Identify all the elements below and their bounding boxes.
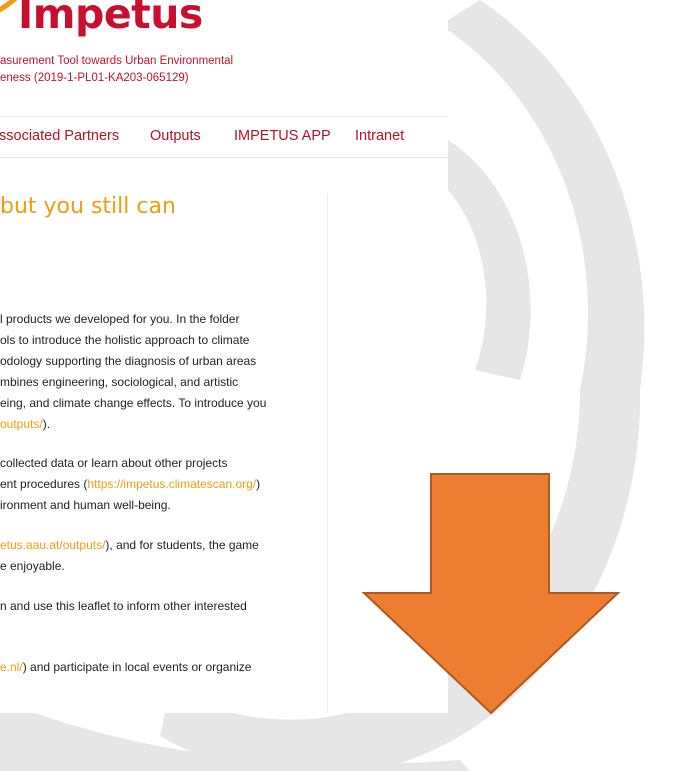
paragraph-1-line: odology supporting the diagnosis of urba… — [0, 354, 257, 368]
text-span: ) — [256, 477, 261, 491]
outputs-link[interactable]: outputs/ — [0, 417, 43, 431]
paragraph-1-line: outputs/). — [0, 417, 50, 431]
paragraph-4-line: n and use this leaflet to inform other i… — [0, 599, 247, 613]
nav-associated-partners[interactable]: ssociated Partners — [0, 128, 119, 144]
page-heading: but you still can — [0, 194, 176, 219]
aau-outputs-link[interactable]: etus.aau.at/outputs/ — [0, 538, 105, 552]
paragraph-5-line: e.nl/) and participate in local events o… — [0, 660, 251, 674]
text-span: ) and participate in local events or org… — [22, 660, 252, 674]
nav-outputs[interactable]: Outputs — [150, 128, 201, 144]
paragraph-2-line: collected data or learn about other proj… — [0, 456, 228, 470]
paragraph-1-line: l products we developed for you. In the … — [0, 312, 240, 326]
nav-divider-top — [0, 116, 448, 117]
project-subtitle-line-2: eness (2019-1-PL01-KA203-065129) — [0, 72, 189, 84]
impetus-logo[interactable]: Impetus — [0, 0, 230, 46]
paragraph-1-line: eing, and climate change effects. To int… — [0, 396, 267, 410]
paragraph-2-line: ent procedures (https://impetus.climates… — [0, 477, 260, 491]
sidebar-divider — [327, 194, 328, 713]
paragraph-2-line: ironment and human well-being. — [0, 498, 171, 512]
text-span: ent procedures ( — [0, 477, 88, 491]
link-trailing-text: ). — [42, 417, 51, 431]
down-arrow-icon — [361, 473, 621, 715]
nav-impetus-app[interactable]: IMPETUS APP — [234, 128, 331, 144]
nav-divider-bottom — [0, 157, 448, 158]
text-span: ), and for students, the game — [105, 538, 259, 552]
nl-link[interactable]: e.nl/ — [0, 660, 23, 674]
swoosh-logo-icon — [0, 0, 18, 13]
climatescan-link[interactable]: https://impetus.climatescan.org/ — [87, 477, 256, 491]
paragraph-3-line: etus.aau.at/outputs/), and for students,… — [0, 538, 259, 552]
logo-text: Impetus — [18, 0, 203, 38]
paragraph-3-line: e enjoyable. — [0, 559, 65, 573]
paragraph-1-line: mbines engineering, sociological, and ar… — [0, 375, 239, 389]
project-subtitle-line-1: asurement Tool towards Urban Environment… — [0, 55, 234, 67]
nav-intranet[interactable]: Intranet — [355, 128, 404, 144]
paragraph-1-line: ols to introduce the holistic approach t… — [0, 333, 250, 347]
